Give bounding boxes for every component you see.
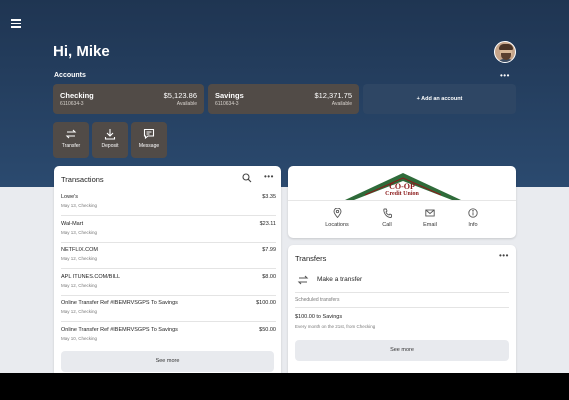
logo-line2: Credit Union	[385, 191, 419, 197]
account-balance: $12,371.75	[314, 91, 352, 100]
account-card-checking[interactable]: Checking 6110634-3 $5,123.86 Available	[53, 84, 204, 114]
transaction-amount: $8.00	[262, 274, 276, 280]
transfers-more-icon[interactable]: •••	[499, 251, 509, 260]
transaction-meta: May 12, Checking	[61, 283, 98, 288]
download-icon	[104, 129, 116, 140]
transfer-icon	[65, 129, 77, 139]
scheduled-transfer-description: $100.00 to Savings	[295, 314, 343, 320]
deposit-button[interactable]: Deposit	[92, 122, 128, 158]
transfers-see-more-button[interactable]: See more	[295, 340, 509, 361]
scheduled-transfers-label: Scheduled transfers	[295, 297, 340, 303]
greeting: Hi, Mike	[53, 43, 110, 60]
scheduled-transfer-item[interactable]: $100.00 to Savings Every month on the 21…	[295, 311, 509, 335]
search-icon[interactable]	[242, 173, 252, 183]
transfer-icon	[297, 275, 309, 285]
avatar[interactable]	[494, 41, 516, 63]
make-transfer-button[interactable]: Make a transfer	[295, 272, 509, 290]
info-label: Info	[468, 222, 478, 228]
transaction-row[interactable]: Lowe's May 13, Checking $3.35	[61, 190, 276, 216]
transaction-row[interactable]: Wal-Mart May 13, Checking $23.11	[61, 217, 276, 243]
balance-label: Available	[176, 101, 197, 107]
scheduled-transfer-meta: Every month on the 21st, from Checking	[295, 324, 376, 329]
message-button[interactable]: Message	[131, 122, 167, 158]
accounts-more-icon[interactable]: •••	[500, 71, 510, 80]
transactions-more-icon[interactable]: •••	[264, 172, 274, 181]
transactions-see-more-button[interactable]: See more	[61, 351, 274, 372]
transaction-meta: May 10, Checking	[61, 336, 98, 341]
call-label: Call	[382, 222, 392, 228]
account-balance: $5,123.86	[163, 91, 197, 100]
transfers-title: Transfers	[295, 254, 327, 263]
info-link[interactable]: Info	[455, 208, 491, 228]
transaction-amount: $3.35	[262, 194, 276, 200]
transaction-description: Online Transfer Ref #IBEMRVSGPS To Savin…	[61, 300, 178, 306]
accounts-label: Accounts	[54, 72, 86, 79]
account-number: 6110634-3	[215, 101, 239, 107]
action-label: Message	[138, 143, 160, 149]
transaction-description: Lowe's	[61, 194, 78, 200]
locations-link[interactable]: Locations	[319, 208, 355, 228]
info-icon	[468, 208, 478, 218]
transaction-row[interactable]: APL ITUNES.COM/BILL May 12, Checking $8.…	[61, 270, 276, 296]
balance-label: Available	[331, 101, 352, 107]
make-transfer-label: Make a transfer	[317, 276, 363, 283]
transaction-amount: $100.00	[256, 300, 276, 306]
divider	[295, 292, 509, 293]
transaction-description: Wal-Mart	[61, 221, 84, 227]
location-pin-icon	[333, 208, 341, 218]
action-label: Deposit	[101, 143, 119, 149]
account-name: Savings	[215, 91, 244, 100]
transactions-card: Transactions ••• Lowe's May 13, Checking…	[54, 166, 281, 373]
divider	[295, 307, 509, 308]
message-icon	[143, 128, 155, 140]
account-card-savings[interactable]: Savings 6110634-3 $12,371.75 Available	[208, 84, 359, 114]
transfer-button[interactable]: Transfer	[53, 122, 89, 158]
hamburger-icon[interactable]	[11, 19, 21, 28]
transaction-meta: May 13, Checking	[61, 230, 98, 235]
locations-label: Locations	[325, 222, 349, 228]
transactions-title: Transactions	[61, 175, 104, 184]
transaction-amount: $7.99	[262, 247, 276, 253]
transaction-meta: May 13, Checking	[61, 203, 98, 208]
transaction-row[interactable]: Online Transfer Ref #IBEMRVSGPS To Savin…	[61, 296, 276, 322]
logo-line1: CO-OP	[389, 182, 415, 191]
mail-icon	[425, 209, 435, 217]
call-link[interactable]: Call	[369, 208, 405, 228]
logo-divider	[288, 200, 516, 201]
email-label: Email	[423, 222, 437, 228]
add-account-button[interactable]: + Add an account	[363, 84, 516, 114]
transaction-amount: $50.00	[259, 327, 276, 333]
transaction-meta: May 12, Checking	[61, 309, 98, 314]
phone-icon	[382, 208, 392, 218]
transaction-description: Online Transfer Ref #IBEMRVSGPS To Savin…	[61, 327, 178, 333]
transaction-amount: $23.11	[259, 221, 276, 227]
transaction-description: NETFLIX.COM	[61, 247, 98, 253]
account-number: 6110634-3	[60, 101, 84, 107]
email-link[interactable]: Email	[412, 208, 448, 228]
transaction-description: APL ITUNES.COM/BILL	[61, 274, 121, 280]
transaction-meta: May 12, Checking	[61, 256, 98, 261]
account-name: Checking	[60, 91, 94, 100]
transaction-row[interactable]: NETFLIX.COM May 12, Checking $7.99	[61, 243, 276, 269]
transfers-card: Transfers ••• Make a transfer Scheduled …	[288, 245, 516, 373]
transaction-row[interactable]: Online Transfer Ref #IBEMRVSGPS To Savin…	[61, 323, 276, 349]
banking-app: Hi, Mike Accounts ••• Checking 6110634-3…	[0, 0, 569, 373]
action-label: Transfer	[61, 143, 81, 149]
